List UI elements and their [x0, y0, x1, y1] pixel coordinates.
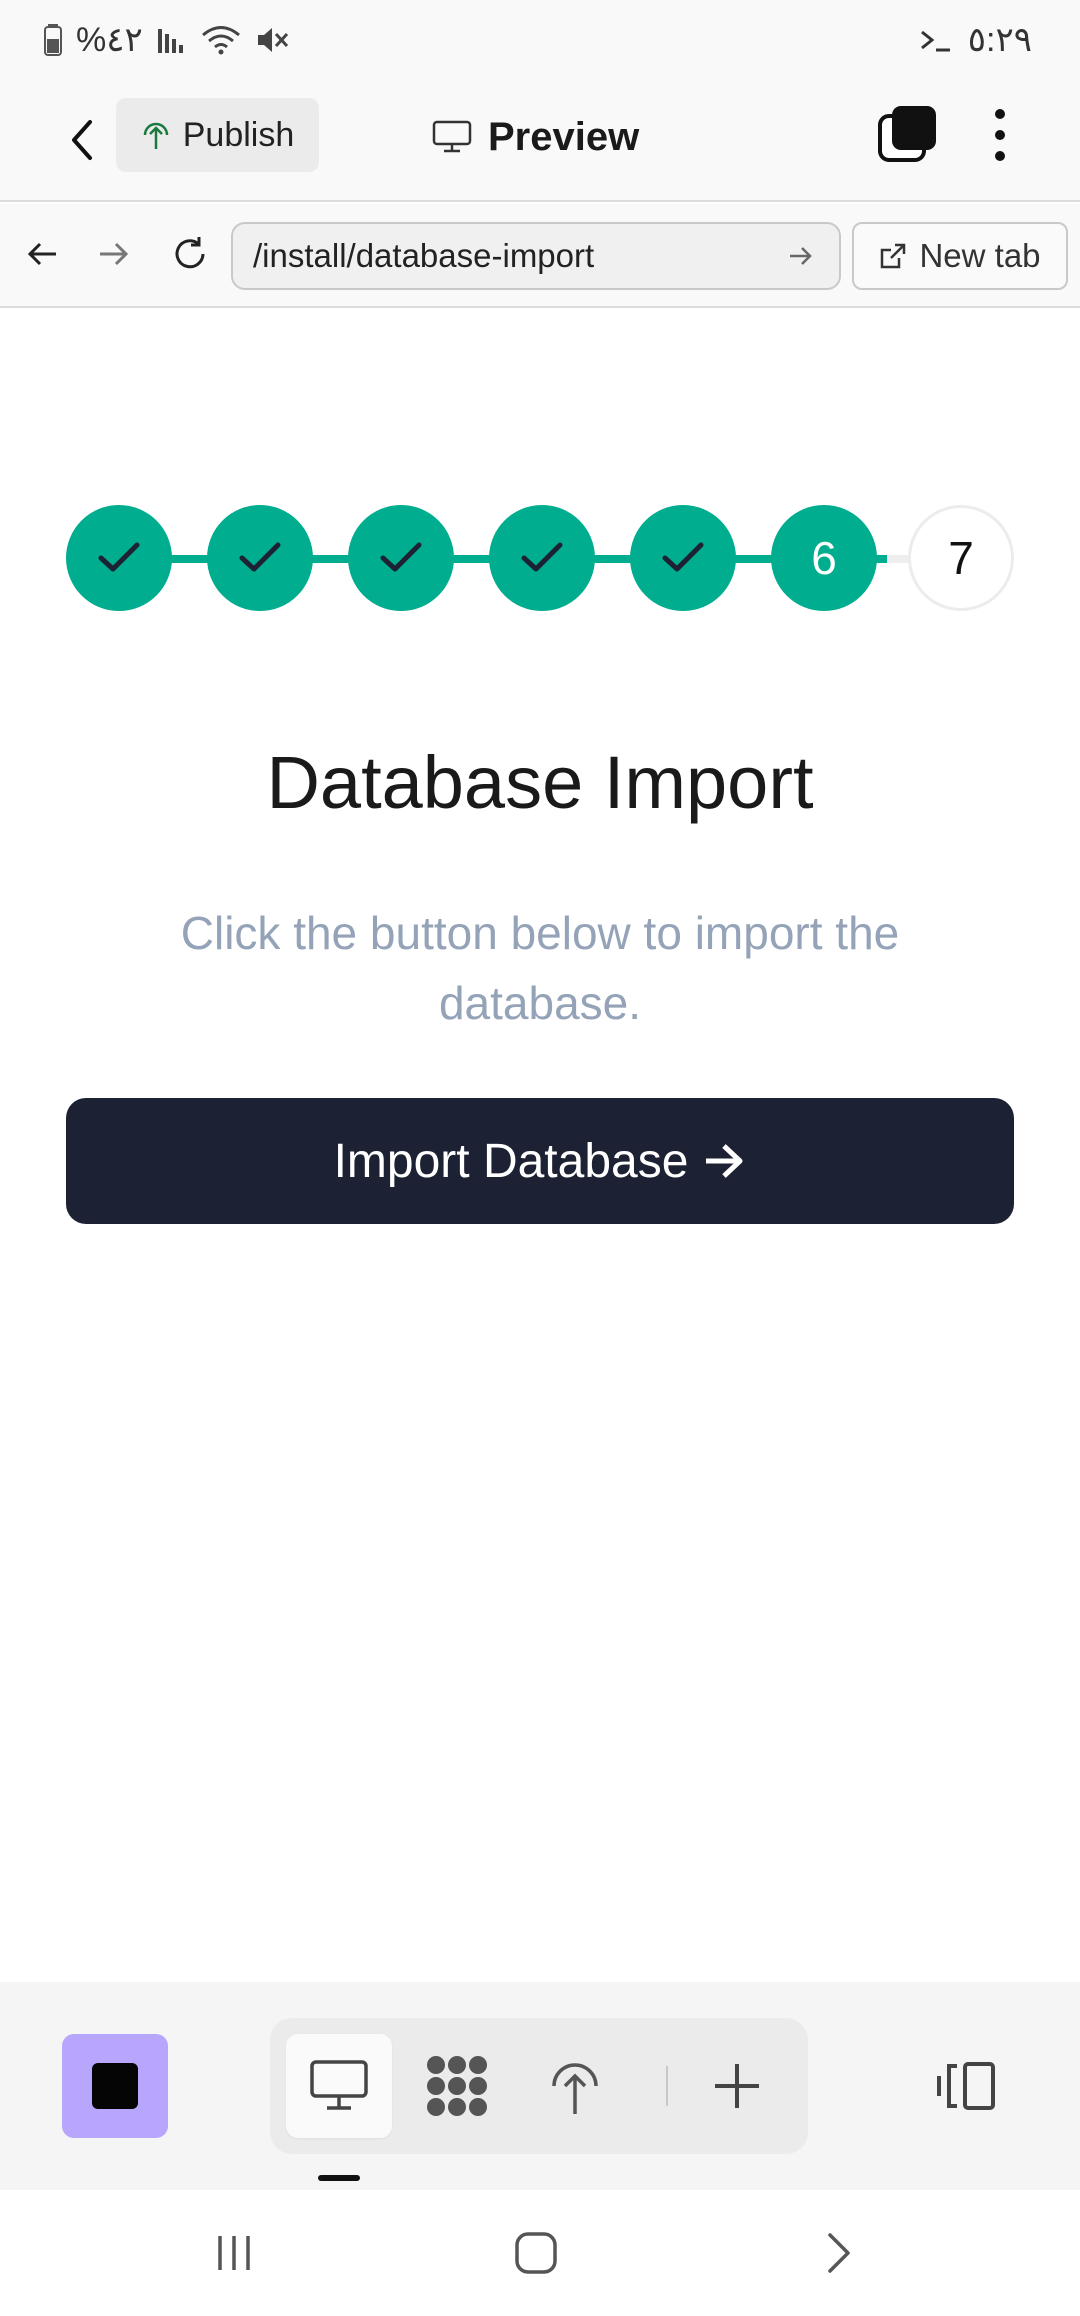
- import-button-label: Import Database: [333, 1134, 689, 1188]
- step-4: [489, 505, 595, 611]
- status-left: %٤٢: [44, 20, 289, 60]
- external-link-icon: [881, 243, 906, 269]
- bottom-toolbar: [0, 1982, 1080, 2190]
- preview-title: Preview: [432, 102, 639, 172]
- reload-icon: [175, 237, 205, 269]
- step-6: 6: [771, 505, 877, 611]
- canvas-view-button[interactable]: [404, 2034, 510, 2138]
- add-button[interactable]: [684, 2034, 790, 2138]
- publish-label: Publish: [182, 115, 295, 154]
- clock: ٥:٢٩: [967, 21, 1032, 59]
- home-button[interactable]: [496, 2220, 576, 2286]
- publish-icon: [143, 122, 168, 149]
- check-icon: [239, 542, 281, 572]
- dot-icon: [995, 109, 1005, 119]
- url-input[interactable]: /install/database-import: [231, 222, 841, 290]
- step-7: 7: [908, 505, 1014, 611]
- page-title: Database Import: [266, 741, 814, 824]
- step-5: [630, 505, 736, 611]
- preview-label: Preview: [488, 114, 640, 159]
- reload-button[interactable]: [160, 224, 220, 284]
- publish-icon: [552, 2063, 598, 2114]
- chevron-left-icon: [72, 120, 92, 160]
- wifi-icon: [201, 24, 241, 56]
- new-tab-label: New tab: [919, 237, 1041, 274]
- status-bar: %٤٢ ٥:٢٩: [0, 0, 1080, 80]
- system-navigation-bar: [0, 2190, 1080, 2316]
- stop-button[interactable]: [62, 2034, 168, 2138]
- home-icon: [515, 2232, 557, 2274]
- battery-icon: [44, 24, 62, 56]
- check-icon: [380, 542, 422, 572]
- battery-level: %٤٢: [76, 21, 143, 59]
- panel-toggle-icon: [937, 2062, 995, 2110]
- arrow-left-icon: [27, 242, 56, 266]
- browser-back-button[interactable]: [12, 224, 72, 284]
- tabs-icon: [878, 106, 936, 162]
- system-back-button[interactable]: [798, 2220, 878, 2286]
- import-database-button[interactable]: Import Database: [66, 1098, 1014, 1224]
- deploy-view-button[interactable]: [522, 2034, 628, 2138]
- app-header: Publish Preview: [0, 80, 1080, 202]
- tabs-button[interactable]: [876, 104, 940, 168]
- step-2: [207, 505, 313, 611]
- step-1: [66, 505, 172, 611]
- mute-icon: [255, 24, 289, 56]
- check-icon: [521, 542, 563, 572]
- chevron-right-icon: [828, 2233, 850, 2273]
- signal-icon: [157, 25, 187, 55]
- plus-icon: [715, 2064, 759, 2108]
- recent-apps-button[interactable]: [194, 2220, 274, 2286]
- arrow-right-icon: [790, 247, 812, 265]
- browser-forward-button[interactable]: [84, 224, 144, 284]
- status-right: ٥:٢٩: [918, 20, 1032, 60]
- side-panel-button[interactable]: [930, 2036, 1002, 2136]
- publish-button[interactable]: Publish: [116, 98, 319, 172]
- page-description: Click the button below to import the dat…: [180, 907, 900, 1029]
- recent-apps-icon: [218, 2236, 250, 2270]
- progress-stepper: 6 7: [66, 505, 1014, 611]
- go-button[interactable]: [783, 238, 819, 274]
- blocks-icon: [427, 2056, 487, 2116]
- toolbar-divider: [666, 2066, 668, 2106]
- back-button[interactable]: [52, 110, 112, 170]
- terminal-icon: [918, 26, 954, 54]
- preview-view-button[interactable]: [286, 2034, 392, 2138]
- arrow-right-icon: [100, 242, 129, 266]
- new-tab-button[interactable]: New tab: [852, 222, 1068, 290]
- step-3: [348, 505, 454, 611]
- url-text: /install/database-import: [253, 237, 595, 274]
- view-tool-group: [270, 2018, 808, 2154]
- check-icon: [98, 542, 140, 572]
- stop-icon: [92, 2063, 138, 2109]
- browser-bar: /install/database-import New tab: [0, 204, 1080, 308]
- more-options-button[interactable]: [976, 102, 1024, 168]
- active-tab-indicator: [318, 2175, 360, 2181]
- dot-icon: [995, 130, 1005, 140]
- arrow-right-icon: [706, 1144, 743, 1178]
- dot-icon: [995, 151, 1005, 161]
- check-icon: [662, 542, 704, 572]
- monitor-icon: [432, 120, 472, 153]
- monitor-icon: [310, 2060, 368, 2110]
